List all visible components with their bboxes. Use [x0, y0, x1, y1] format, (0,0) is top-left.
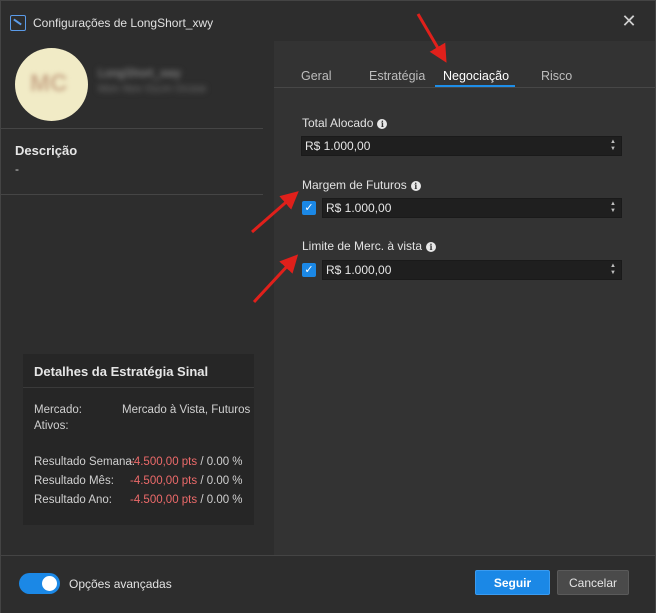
app-logo-icon: [10, 15, 26, 31]
result-label: Resultado Ano:: [34, 494, 113, 506]
limite-merc-value: R$ 1.000,00: [326, 263, 392, 277]
settings-dialog: Configurações de LongShort_xwy ✕ MC Long…: [0, 0, 656, 613]
limite-merc-checkbox[interactable]: ✓: [302, 263, 316, 277]
divider: [23, 387, 254, 388]
mercado-row: Mercado: Mercado à Vista, Futuros: [34, 404, 250, 416]
divider: [1, 194, 263, 195]
description-title: Descrição: [15, 143, 78, 158]
ativos-row: Ativos:: [34, 420, 69, 432]
result-label: Resultado Semana:: [34, 456, 136, 468]
result-row-year: Resultado Ano: -4.500,00 pts / 0.00 %: [34, 494, 243, 506]
check-icon: ✓: [304, 264, 314, 276]
total-alocado-input[interactable]: R$ 1.000,00 ▲ ▼: [301, 136, 622, 156]
details-title: Detalhes da Estratégia Sinal: [34, 364, 209, 379]
check-icon: ✓: [304, 202, 314, 214]
tab-negociacao[interactable]: Negociação: [443, 69, 509, 83]
result-pct: / 0.00 %: [197, 475, 243, 487]
description-value: -: [15, 162, 19, 176]
tab-geral[interactable]: Geral: [301, 69, 332, 83]
limite-merc-input[interactable]: R$ 1.000,00 ▲ ▼: [322, 260, 622, 280]
total-alocado-value: R$ 1.000,00: [305, 139, 371, 153]
tab-bar: Geral Estratégia Negociação Risco: [274, 64, 655, 88]
result-label: Resultado Mês:: [34, 475, 114, 487]
dialog-footer: Opções avançadas Seguir Cancelar: [1, 555, 655, 613]
result-row-month: Resultado Mês: -4.500,00 pts / 0.00 %: [34, 475, 243, 487]
margem-futuros-label-text: Margem de Futuros: [302, 178, 407, 192]
info-icon[interactable]: i: [410, 181, 421, 191]
cancel-button[interactable]: Cancelar: [557, 570, 629, 595]
mercado-value: Mercado à Vista, Futuros: [122, 404, 251, 416]
result-pts: -4.500,00 pts: [130, 456, 198, 468]
seguir-button[interactable]: Seguir: [475, 570, 550, 595]
advanced-options-toggle[interactable]: [19, 573, 60, 594]
right-panel: Geral Estratégia Negociação Risco Total …: [274, 41, 655, 555]
result-pct: / 0.00 %: [197, 456, 243, 468]
result-pct: / 0.00 %: [197, 494, 243, 506]
strategy-details-card: Detalhes da Estratégia Sinal Mercado: Me…: [23, 354, 254, 525]
advanced-options-label: Opções avançadas: [69, 577, 172, 591]
ativos-label: Ativos:: [34, 420, 69, 432]
close-icon[interactable]: ✕: [619, 11, 639, 31]
tab-risco[interactable]: Risco: [541, 69, 572, 83]
info-icon[interactable]: i: [377, 119, 388, 129]
result-row-week: Resultado Semana: -4.500,00 pts / 0.00 %: [34, 456, 243, 468]
spinner-arrows[interactable]: ▲ ▼: [609, 139, 617, 153]
spinner-arrows[interactable]: ▲ ▼: [609, 263, 617, 277]
margem-futuros-checkbox[interactable]: ✓: [302, 201, 316, 215]
avatar-initials: MC: [30, 70, 68, 97]
tab-estrategia[interactable]: Estratégia: [369, 69, 425, 83]
result-pts: -4.500,00 pts: [130, 494, 198, 506]
active-tab-indicator: [435, 85, 515, 87]
divider: [1, 128, 263, 129]
window-title: Configurações de LongShort_xwy: [33, 16, 214, 30]
spinner-arrows[interactable]: ▲ ▼: [609, 201, 617, 215]
avatar: MC: [15, 48, 88, 121]
left-panel: MC LongShort_xwy Mon Nov 01cm Ocsse Desc…: [1, 41, 274, 555]
mercado-label: Mercado:: [34, 404, 82, 416]
limite-merc-label-text: Limite de Merc. à vista: [302, 239, 423, 253]
margem-futuros-input[interactable]: R$ 1.000,00 ▲ ▼: [322, 198, 622, 218]
result-pts: -4.500,00 pts: [130, 475, 198, 487]
title-bar: Configurações de LongShort_xwy ✕: [1, 1, 655, 41]
total-alocado-label-text: Total Alocado: [302, 116, 374, 130]
margem-futuros-label: Margem de Futuros i: [302, 178, 421, 192]
toggle-knob: [42, 576, 57, 591]
profile-subtitle: Mon Nov 01cm Ocsse: [98, 83, 207, 95]
margem-futuros-value: R$ 1.000,00: [326, 201, 392, 215]
info-icon[interactable]: i: [426, 242, 437, 252]
profile-name: LongShort_xwy: [98, 66, 181, 80]
total-alocado-label: Total Alocado i: [302, 116, 388, 130]
limite-merc-label: Limite de Merc. à vista i: [302, 239, 437, 253]
